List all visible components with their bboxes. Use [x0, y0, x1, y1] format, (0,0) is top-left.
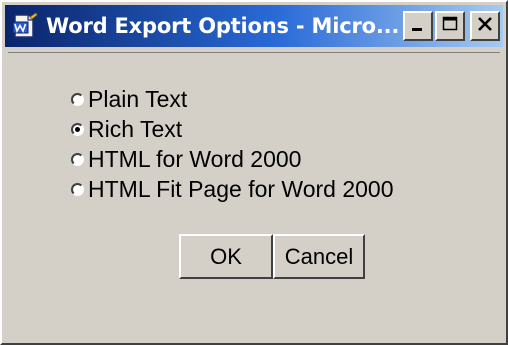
radio-button[interactable] — [71, 182, 84, 196]
export-option[interactable]: HTML for Word 2000 — [71, 144, 394, 174]
radio-button[interactable] — [71, 122, 84, 136]
window-title: Word Export Options - Micro... — [46, 14, 400, 38]
export-format-group: Plain Text Rich Text HTML for Word 2000 HTM… — [71, 84, 394, 204]
title-bar[interactable]: Word Export Options - Micro... — [5, 5, 503, 47]
maximize-icon — [442, 16, 458, 37]
radio-button[interactable] — [71, 152, 84, 166]
dialog-window: Word Export Options - Micro... Plain Tex… — [0, 0, 508, 345]
export-option[interactable]: HTML Fit Page for Word 2000 — [71, 174, 394, 204]
close-button[interactable] — [470, 11, 500, 41]
dialog-body: Plain Text Rich Text HTML for Word 2000 HTM… — [8, 52, 500, 337]
export-option[interactable]: Rich Text — [71, 114, 394, 144]
export-option[interactable]: Plain Text — [71, 84, 394, 114]
minimize-icon — [410, 16, 426, 37]
word-document-icon — [9, 11, 39, 41]
option-label: Plain Text — [88, 85, 188, 112]
close-icon — [477, 16, 493, 37]
button-row: OK Cancel — [179, 234, 365, 279]
radio-dot — [75, 126, 80, 132]
option-label: HTML Fit Page for Word 2000 — [88, 175, 394, 202]
maximize-button[interactable] — [435, 11, 465, 41]
minimize-button[interactable] — [403, 11, 433, 41]
radio-button[interactable] — [71, 92, 84, 106]
option-label: HTML for Word 2000 — [88, 145, 302, 172]
ok-button[interactable]: OK — [179, 234, 273, 279]
option-label: Rich Text — [88, 115, 183, 142]
cancel-button[interactable]: Cancel — [273, 234, 365, 279]
